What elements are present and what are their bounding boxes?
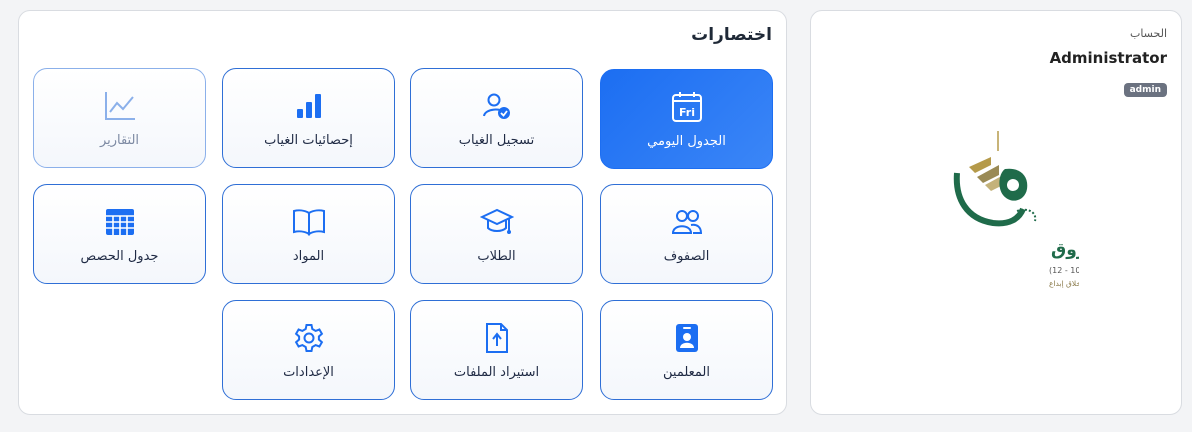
file-upload-icon xyxy=(484,321,510,355)
user-check-icon xyxy=(482,89,512,123)
tile-settings[interactable]: الإعدادات xyxy=(222,300,395,400)
bar-chart-icon xyxy=(294,89,324,123)
table-icon xyxy=(104,205,136,239)
calendar-day-icon: Fri xyxy=(670,90,704,124)
people-icon xyxy=(671,205,703,239)
logo-school-name: مدرسة الفاروق xyxy=(1051,240,1079,260)
account-card: الحساب Administrator admin مدرسة الفاروق… xyxy=(810,10,1182,415)
graduation-cap-icon xyxy=(479,205,514,239)
tile-label: الجدول اليومي xyxy=(647,133,726,149)
tile-students[interactable]: الطلاب xyxy=(410,184,583,284)
shortcuts-card: اختصارات Fri الجدول اليومي تسجيل الغياب xyxy=(18,10,787,415)
tile-absence-statistics[interactable]: إحصائيات الغياب xyxy=(222,68,395,168)
tile-label: جدول الحصص xyxy=(80,248,159,264)
calendar-day-text: Fri xyxy=(678,106,694,119)
tile-label: إحصائيات الغياب xyxy=(264,132,353,148)
gear-icon xyxy=(293,321,325,355)
tile-label: التقارير xyxy=(99,132,140,148)
tile-label: استيراد الملفات xyxy=(453,364,540,380)
tile-label: الصفوف xyxy=(663,248,710,264)
tile-label: المعلمين xyxy=(663,364,710,380)
id-badge-icon xyxy=(674,321,700,355)
tile-class-schedule[interactable]: جدول الحصص xyxy=(33,184,206,284)
school-logo: مدرسة الفاروق للتعليم الأساسي (10 - 12) … xyxy=(919,129,1180,299)
tile-label: الطلاب xyxy=(477,248,516,264)
tile-subjects[interactable]: المواد xyxy=(222,184,395,284)
tile-label: تسجيل الغياب xyxy=(458,132,535,148)
tile-record-absence[interactable]: تسجيل الغياب xyxy=(410,68,583,168)
book-icon xyxy=(292,205,326,239)
line-chart-icon xyxy=(103,89,137,123)
shortcuts-title: اختصارات xyxy=(691,25,772,45)
tile-teachers[interactable]: المعلمين xyxy=(600,300,773,400)
tile-label: المواد xyxy=(292,248,325,264)
logo-line2: تعليم أخلاق إبداع xyxy=(1049,278,1079,288)
tile-daily-schedule[interactable]: Fri الجدول اليومي xyxy=(600,69,773,169)
tile-classes[interactable]: الصفوف xyxy=(600,184,773,284)
tile-label: الإعدادات xyxy=(283,364,334,380)
tile-import-files[interactable]: استيراد الملفات xyxy=(410,300,583,400)
role-badge: admin xyxy=(1123,83,1167,97)
tile-reports[interactable]: التقارير xyxy=(33,68,206,168)
account-label: الحساب xyxy=(1129,27,1167,40)
account-name: Administrator xyxy=(1049,49,1167,67)
logo-line1: للتعليم الأساسي (10 - 12) xyxy=(1049,265,1079,275)
